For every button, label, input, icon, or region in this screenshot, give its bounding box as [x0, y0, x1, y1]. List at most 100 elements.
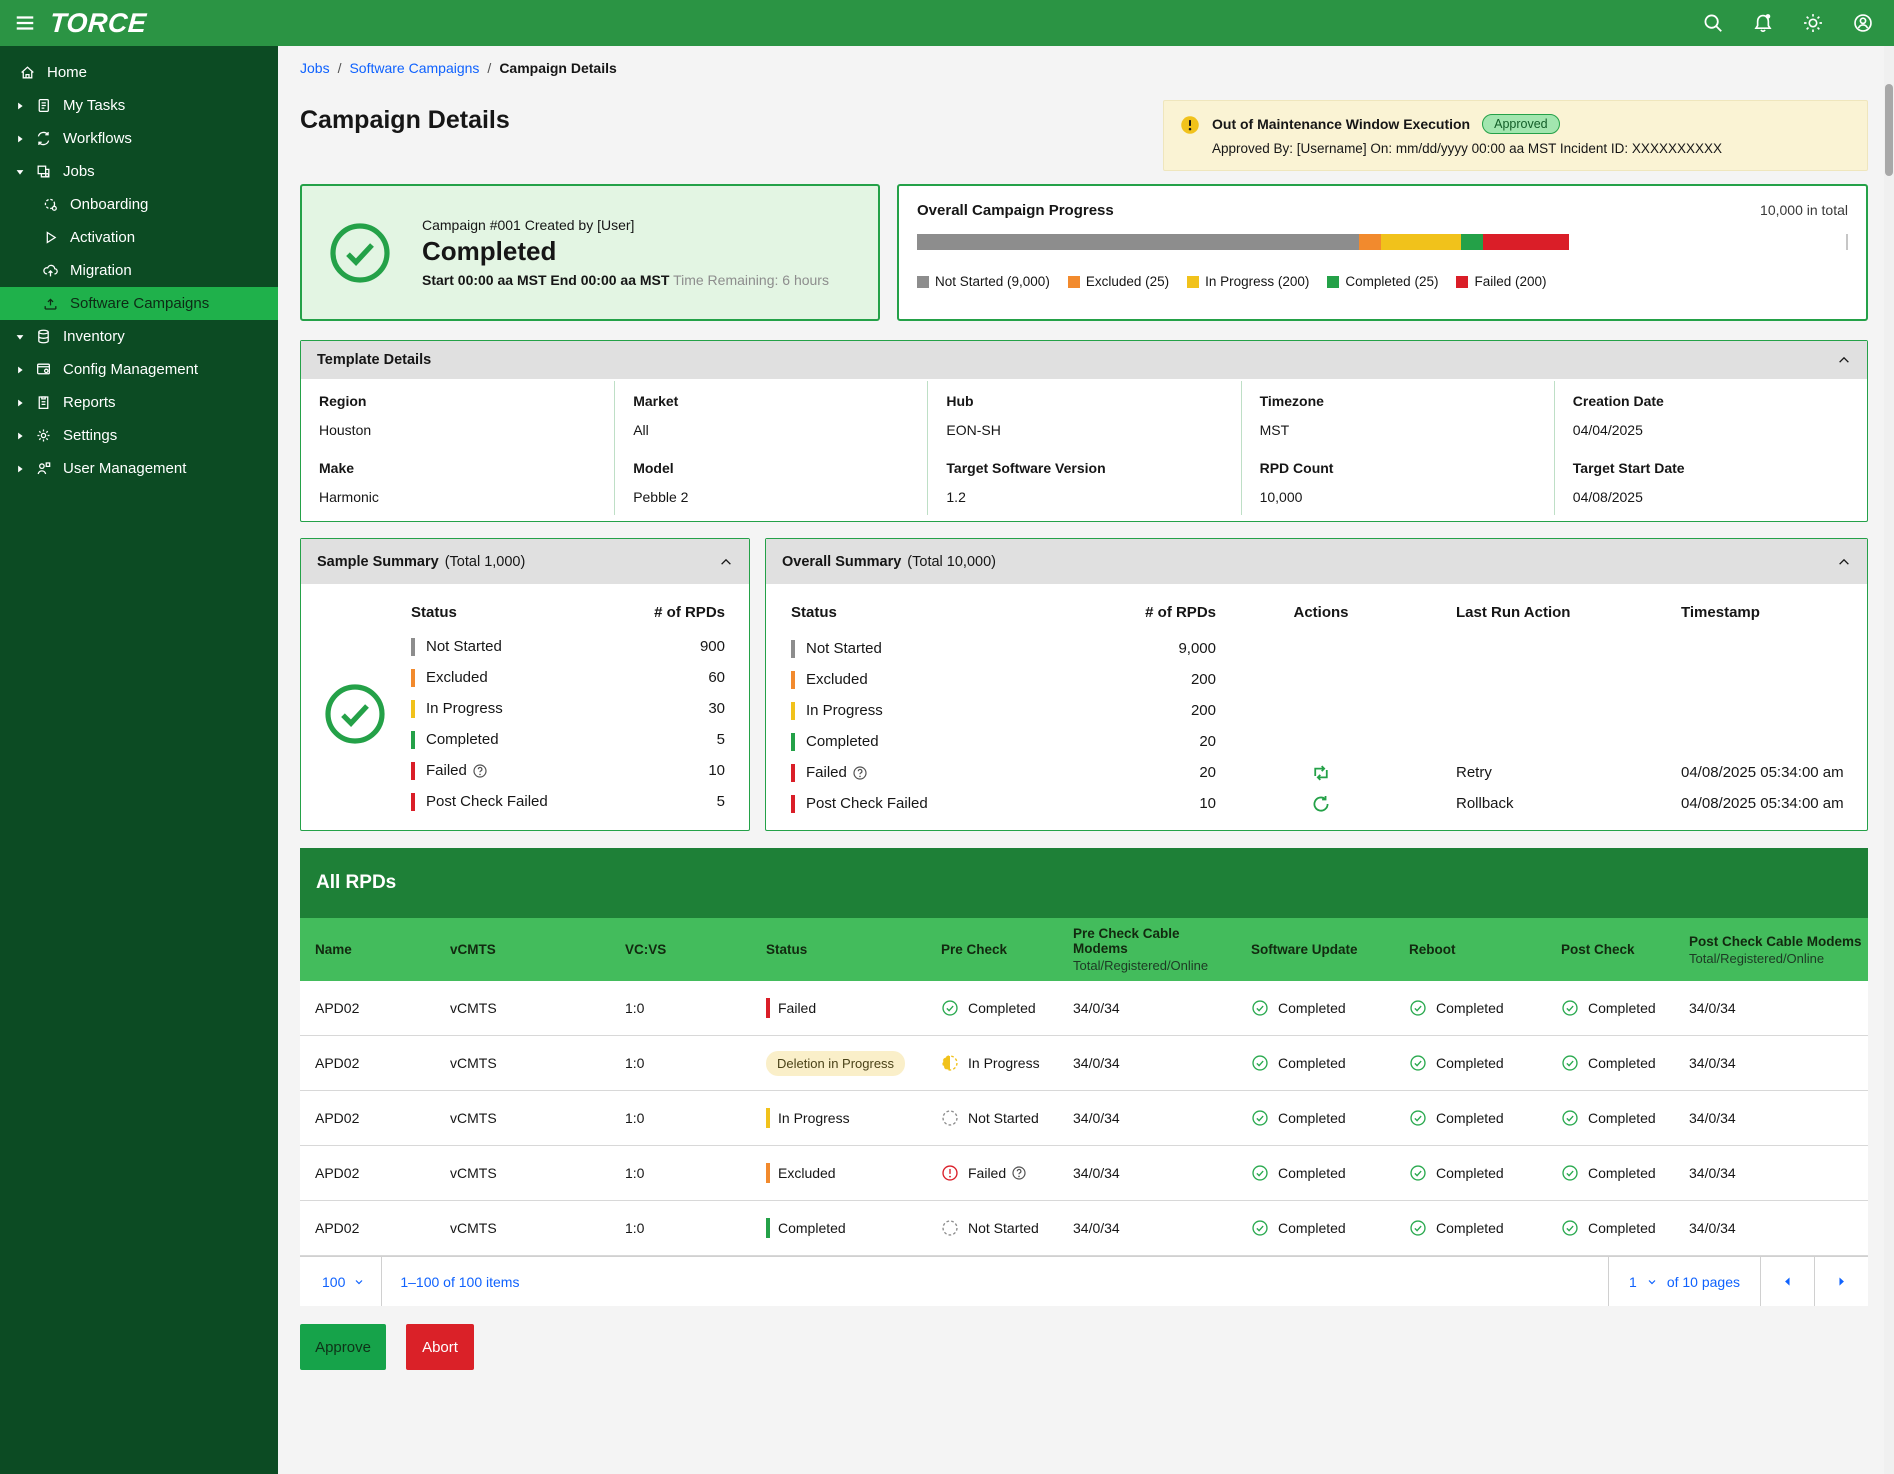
overall-row-completed: Completed 20	[766, 726, 1867, 757]
check-circle-icon	[1409, 999, 1427, 1017]
legend-chip-excluded	[1068, 276, 1080, 288]
reports-clipboard-icon	[35, 394, 52, 411]
campaign-schedule: Start 00:00 aa MST End 00:00 aa MST	[422, 272, 669, 288]
notifications-bell-icon[interactable]	[1752, 12, 1774, 34]
sample-summary-total: (Total 1,000)	[445, 554, 526, 570]
next-page-button[interactable]	[1814, 1257, 1868, 1306]
table-row[interactable]: APD02 vCMTS 1:0 Completed Not Started 34…	[300, 1201, 1868, 1256]
collapse-chevron-up-icon[interactable]	[1837, 353, 1851, 367]
overall-col-rpds: # of RPDs	[1136, 604, 1216, 621]
sidebar-item-migration[interactable]: Migration	[0, 254, 278, 287]
home-icon	[19, 64, 36, 81]
overall-progress-card: Overall Campaign Progress 10,000 in tota…	[897, 184, 1868, 321]
sidebar-item-workflows[interactable]: Workflows	[0, 122, 278, 155]
legend-chip-failed	[1456, 276, 1468, 288]
hamburger-menu-icon[interactable]	[14, 12, 36, 34]
page-size-select[interactable]: 100	[300, 1257, 381, 1306]
field-model: ModelPebble 2	[614, 448, 927, 515]
legend-chip-in-progress	[1187, 276, 1199, 288]
all-rpds-table: All RPDs Name vCMTS VC:VS Status Pre Che…	[300, 848, 1868, 1306]
timestamp: 04/08/2025 05:34:00 am	[1666, 795, 1867, 812]
user-avatar-icon[interactable]	[1852, 12, 1874, 34]
chevron-down-icon	[14, 331, 26, 343]
table-row[interactable]: APD02 vCMTS 1:0 Failed Completed 34/0/34…	[300, 981, 1868, 1036]
in-progress-icon	[941, 1054, 959, 1072]
sidebar-item-home[interactable]: Home	[0, 56, 278, 89]
breadcrumb-current: Campaign Details	[499, 60, 616, 76]
pagination-range: 1–100 of 100 items	[382, 1274, 537, 1290]
chevron-right-icon	[14, 397, 26, 409]
theme-brightness-icon[interactable]	[1802, 12, 1824, 34]
progress-segment-not-started	[917, 234, 1359, 250]
sidebar-item-software-campaigns[interactable]: Software Campaigns	[0, 287, 278, 320]
sample-row-excluded: Excluded 60	[411, 662, 725, 693]
sidebar-item-user-management[interactable]: User Management	[0, 452, 278, 485]
progress-segment-completed	[1461, 234, 1483, 250]
user-management-icon	[35, 460, 52, 477]
check-circle-icon	[1561, 1164, 1579, 1182]
breadcrumb-jobs[interactable]: Jobs	[300, 60, 330, 76]
sidebar-item-config-management[interactable]: Config Management	[0, 353, 278, 386]
check-circle-icon	[1251, 1109, 1269, 1127]
col-pre-check-cable-modems: Pre Check Cable ModemsTotal/Registered/O…	[1058, 918, 1236, 981]
overall-row-not-started: Not Started 9,000	[766, 633, 1867, 664]
previous-page-button[interactable]	[1760, 1257, 1814, 1306]
inventory-database-icon	[35, 328, 52, 345]
banner-title: Out of Maintenance Window Execution	[1212, 116, 1470, 132]
sidebar-item-reports[interactable]: Reports	[0, 386, 278, 419]
chevron-right-icon	[14, 364, 26, 376]
sidebar-item-onboarding[interactable]: Onboarding	[0, 188, 278, 221]
software-campaigns-icon	[42, 295, 59, 312]
progress-segment-excluded	[1359, 234, 1380, 250]
chevron-down-icon	[14, 166, 26, 178]
legend-chip-not-started	[917, 276, 929, 288]
col-pre-check: Pre Check	[926, 918, 1058, 981]
progress-segment-failed	[1483, 234, 1569, 250]
table-row[interactable]: APD02 vCMTS 1:0 Deletion in Progress In …	[300, 1036, 1868, 1091]
migration-cloud-upload-icon	[42, 262, 59, 279]
progress-legend: Not Started (9,000) Excluded (25) In Pro…	[917, 274, 1848, 289]
help-icon[interactable]	[852, 765, 868, 781]
table-row[interactable]: APD02 vCMTS 1:0 In Progress Not Started …	[300, 1091, 1868, 1146]
sidebar-item-my-tasks[interactable]: My Tasks	[0, 89, 278, 122]
status-pill: Deletion in Progress	[766, 1051, 905, 1076]
rollback-icon[interactable]	[1310, 793, 1332, 815]
time-remaining: Time Remaining: 6 hours	[673, 272, 829, 288]
search-icon[interactable]	[1702, 12, 1724, 34]
breadcrumb-software-campaigns[interactable]: Software Campaigns	[349, 60, 479, 76]
all-rpds-title: All RPDs	[300, 848, 1868, 918]
breadcrumb: Jobs / Software Campaigns / Campaign Det…	[300, 60, 1868, 76]
scrollbar-thumb[interactable]	[1885, 84, 1893, 176]
sidebar-item-activation[interactable]: Activation	[0, 221, 278, 254]
overall-col-status: Status	[766, 604, 1136, 621]
abort-button[interactable]: Abort	[406, 1324, 474, 1370]
progress-segment-in-progress	[1381, 234, 1461, 250]
help-icon[interactable]	[472, 763, 488, 779]
sample-summary-title: Sample Summary	[317, 554, 439, 570]
page-scrollbar[interactable]	[1884, 46, 1894, 1474]
progress-title: Overall Campaign Progress	[917, 202, 1114, 219]
progress-bar	[917, 234, 1848, 250]
collapse-chevron-up-icon[interactable]	[1837, 555, 1851, 569]
field-market: MarketAll	[614, 381, 927, 448]
approved-badge: Approved	[1482, 114, 1560, 134]
overall-row-post-check-failed: Post Check Failed 10 Rollback 04/08/2025…	[766, 788, 1867, 819]
page-select[interactable]: 1 of 10 pages	[1608, 1257, 1760, 1306]
top-bar: TORCE	[0, 0, 1894, 46]
field-region: RegionHouston	[301, 381, 614, 448]
overall-row-in-progress: In Progress 200	[766, 695, 1867, 726]
check-circle-icon	[941, 999, 959, 1017]
not-started-icon	[941, 1109, 959, 1127]
table-row[interactable]: APD02 vCMTS 1:0 Excluded Failed 34/0/34 …	[300, 1146, 1868, 1201]
sidebar-item-jobs[interactable]: Jobs	[0, 155, 278, 188]
approve-button[interactable]: Approve	[300, 1324, 386, 1370]
sidebar-item-settings[interactable]: Settings	[0, 419, 278, 452]
help-icon[interactable]	[1011, 1165, 1027, 1181]
not-started-icon	[941, 1219, 959, 1237]
sidebar-item-inventory[interactable]: Inventory	[0, 320, 278, 353]
main-content: Jobs / Software Campaigns / Campaign Det…	[278, 46, 1894, 1474]
retry-icon[interactable]	[1310, 762, 1332, 784]
banner-detail: Approved By: [Username] On: mm/dd/yyyy 0…	[1212, 141, 1722, 156]
status-label: Excluded	[778, 1165, 836, 1181]
collapse-chevron-up-icon[interactable]	[719, 555, 733, 569]
